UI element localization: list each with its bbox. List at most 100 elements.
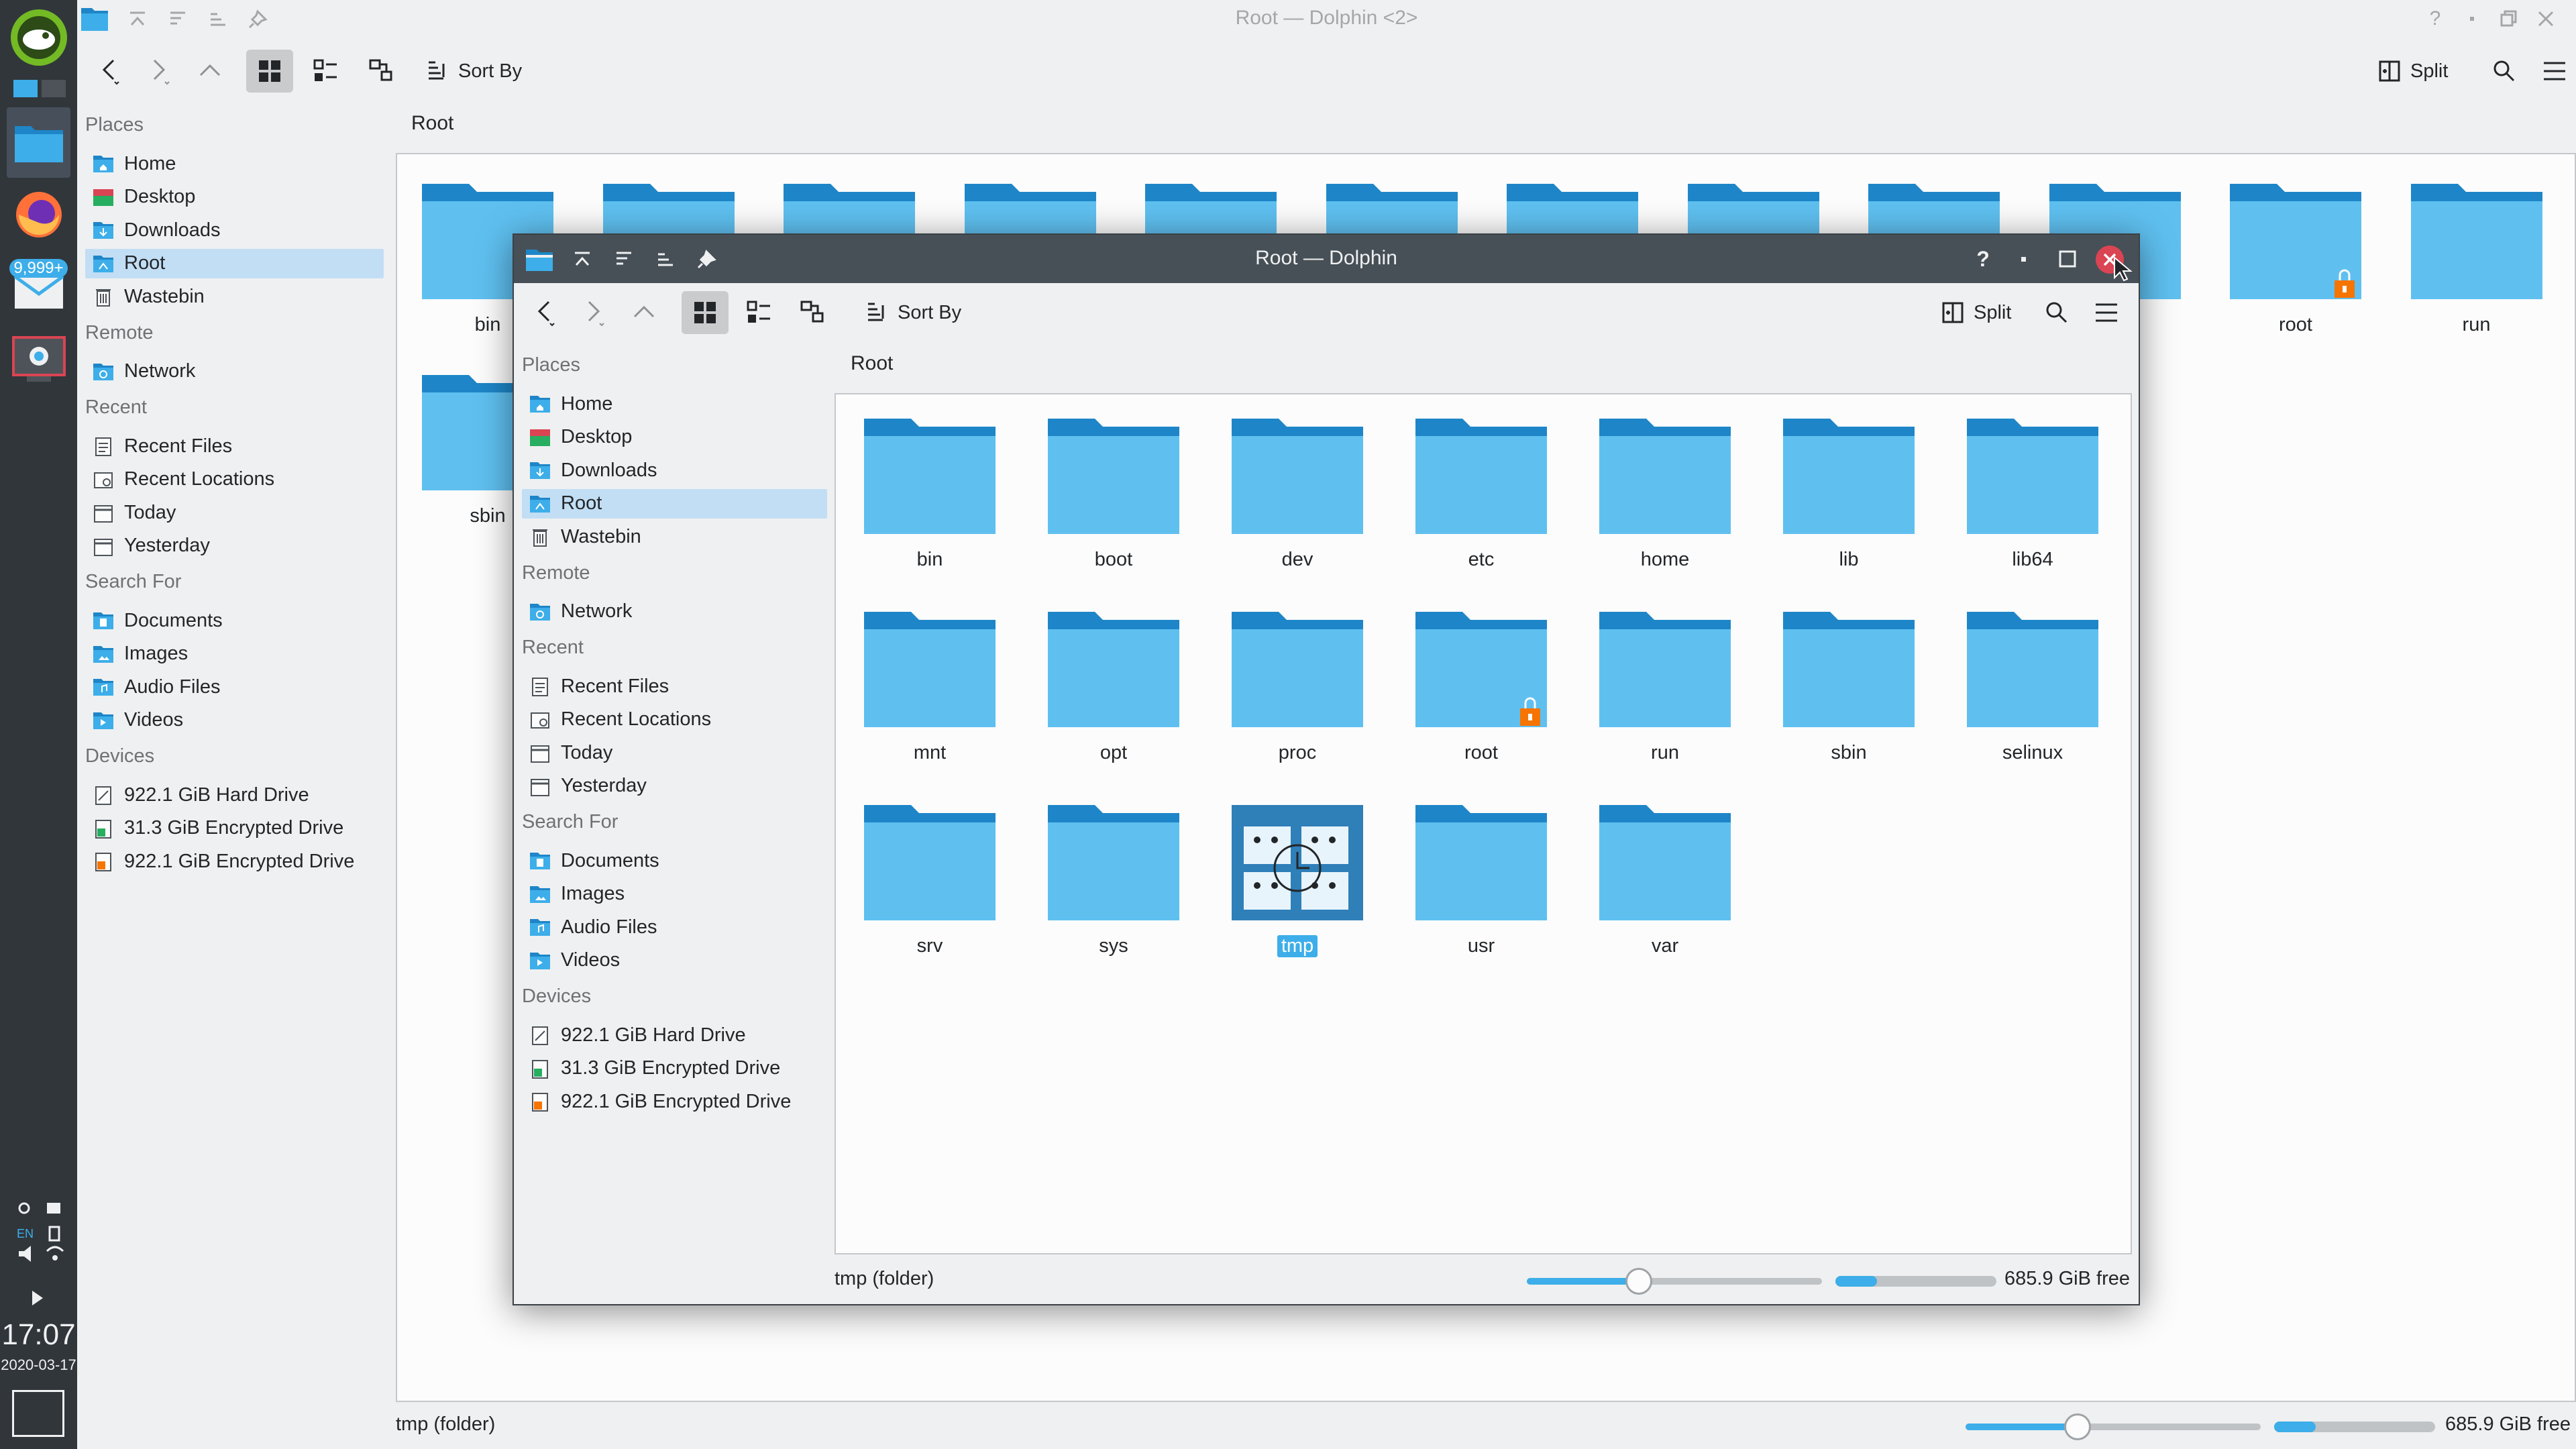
keyboard-layout[interactable]: EN — [17, 1227, 34, 1241]
sidebar-item-wastebin[interactable]: Wastebin — [522, 522, 827, 551]
hamburger-menu-button[interactable] — [2536, 52, 2573, 90]
sidebar-item-31-3-gib-encrypted-drive[interactable]: 31.3 GiB Encrypted Drive — [85, 814, 384, 843]
sidebar-item-root[interactable]: Root — [85, 248, 384, 278]
pager[interactable] — [7, 75, 70, 102]
compact-view-button[interactable] — [735, 291, 782, 334]
show-desktop-button[interactable] — [12, 1390, 64, 1437]
back-button[interactable] — [91, 52, 128, 90]
sidebar-item-922-1-gib-hard-drive[interactable]: 922.1 GiB Hard Drive — [85, 780, 384, 810]
split-button[interactable]: Split — [1941, 298, 2011, 327]
task-firefox[interactable] — [7, 182, 70, 246]
icons-view-button[interactable] — [682, 291, 729, 334]
tray-expand-icon[interactable] — [27, 1288, 47, 1313]
keep-above-button[interactable] — [124, 5, 151, 32]
file-item-var[interactable]: var — [1585, 802, 1746, 957]
sidebar-item-network[interactable]: Network — [85, 357, 384, 386]
tray-wifi-icon[interactable] — [46, 1246, 64, 1260]
file-item-sbin[interactable]: sbin — [1768, 609, 1929, 764]
task-dolphin[interactable] — [7, 107, 70, 178]
file-item-root[interactable]: root — [2215, 181, 2376, 336]
sidebar-item-audio-files[interactable]: Audio Files — [522, 912, 827, 942]
titlebar[interactable]: Root — Dolphin <2> ? — [77, 0, 2576, 38]
file-item-boot[interactable]: boot — [1033, 416, 1194, 571]
zoom-slider[interactable] — [1966, 1413, 2261, 1440]
sidebar-item-922-1-gib-hard-drive[interactable]: 922.1 GiB Hard Drive — [522, 1020, 827, 1050]
tray-clipboard-icon[interactable] — [48, 1226, 60, 1242]
minimize-button[interactable] — [2010, 246, 2037, 272]
file-item-usr[interactable]: usr — [1401, 802, 1562, 957]
file-item-proc[interactable]: proc — [1217, 609, 1378, 764]
file-item-lib[interactable]: lib — [1768, 416, 1929, 571]
zoom-slider-handle[interactable] — [1625, 1268, 1653, 1295]
hamburger-menu-button[interactable] — [2088, 294, 2125, 331]
sidebar-item-wastebin[interactable]: Wastebin — [85, 282, 384, 311]
zoom-slider-handle[interactable] — [2064, 1413, 2092, 1440]
file-item-root[interactable]: root — [1401, 609, 1562, 764]
sidebar-item-root[interactable]: Root — [522, 488, 827, 519]
zoom-slider[interactable] — [1527, 1268, 1822, 1295]
file-item-run[interactable]: run — [1585, 609, 1746, 764]
file-item-lib64[interactable]: lib64 — [1952, 416, 2113, 571]
sidebar-item-documents[interactable]: Documents — [522, 846, 827, 875]
disk-capacity-bar[interactable] — [2274, 1421, 2435, 1432]
sidebar-item-audio-files[interactable]: Audio Files — [85, 672, 384, 702]
breadcrumb[interactable]: Root — [411, 112, 453, 135]
file-item-sys[interactable]: sys — [1033, 802, 1194, 957]
sidebar-item-922-1-gib-encrypted-drive[interactable]: 922.1 GiB Encrypted Drive — [85, 847, 384, 876]
tray-camera-icon[interactable] — [47, 1203, 60, 1214]
compact-view-button[interactable] — [302, 50, 349, 93]
search-button[interactable] — [2038, 294, 2076, 331]
sidebar-item-home[interactable]: Home — [522, 389, 827, 419]
sidebar-item-yesterday[interactable]: Yesterday — [85, 531, 384, 561]
help-button[interactable]: ? — [2422, 5, 2449, 32]
help-button[interactable]: ? — [1970, 246, 1996, 272]
maximize-button[interactable] — [2054, 246, 2081, 272]
sidebar-item-home[interactable]: Home — [85, 149, 384, 178]
forward-button[interactable] — [141, 52, 178, 90]
window-menu-button[interactable] — [523, 244, 555, 275]
shade-button[interactable] — [610, 246, 637, 272]
shade-button[interactable] — [164, 5, 191, 32]
up-button[interactable] — [625, 294, 663, 331]
file-item-bin[interactable]: bin — [849, 416, 1010, 571]
pin-button[interactable] — [245, 5, 272, 32]
close-button[interactable] — [2532, 5, 2559, 32]
sidebar-item-desktop[interactable]: Desktop — [522, 423, 827, 452]
sidebar-item-31-3-gib-encrypted-drive[interactable]: 31.3 GiB Encrypted Drive — [522, 1054, 827, 1083]
file-item-etc[interactable]: etc — [1401, 416, 1562, 571]
file-item-tmp[interactable]: tmp — [1217, 802, 1378, 957]
split-button[interactable]: Split — [2378, 56, 2448, 86]
back-button[interactable] — [526, 294, 564, 331]
sidebar-item-today[interactable]: Today — [85, 498, 384, 527]
titlebar[interactable]: Root — Dolphin ? — [514, 235, 2139, 283]
file-view[interactable]: bin boot dev etc home lib lib64 mnt opt proc root r… — [835, 393, 2132, 1254]
file-item-opt[interactable]: opt — [1033, 609, 1194, 764]
sidebar-item-recent-files[interactable]: Recent Files — [85, 431, 384, 461]
file-item-selinux[interactable]: selinux — [1952, 609, 2113, 764]
dolphin-window-front[interactable]: Root — Dolphin ? Sort By Split Places Hom… — [513, 233, 2140, 1305]
sidebar-item-downloads[interactable]: Downloads — [85, 215, 384, 245]
keep-above-button[interactable] — [569, 246, 596, 272]
sidebar-item-downloads[interactable]: Downloads — [522, 455, 827, 485]
icons-view-button[interactable] — [246, 50, 293, 93]
minimize-button[interactable] — [2459, 5, 2485, 32]
sidebar-item-images[interactable]: Images — [85, 639, 384, 669]
pin-button[interactable] — [694, 246, 720, 272]
details-view-button[interactable] — [789, 291, 836, 334]
sidebar-item-922-1-gib-encrypted-drive[interactable]: 922.1 GiB Encrypted Drive — [522, 1087, 827, 1116]
disk-capacity-bar[interactable] — [1835, 1276, 1996, 1287]
tray-volume-icon[interactable] — [19, 1246, 31, 1262]
task-mail[interactable]: 9,999+ — [7, 252, 70, 319]
file-item-home[interactable]: home — [1585, 416, 1746, 571]
keep-below-button[interactable] — [205, 5, 231, 32]
file-item-run[interactable]: run — [2396, 181, 2557, 336]
sidebar-item-images[interactable]: Images — [522, 879, 827, 909]
window-menu-button[interactable] — [78, 3, 111, 35]
keep-below-button[interactable] — [652, 246, 679, 272]
file-item-srv[interactable]: srv — [849, 802, 1010, 957]
sidebar-item-recent-locations[interactable]: Recent Locations — [522, 705, 827, 735]
tray-network-icon[interactable] — [18, 1202, 30, 1214]
sidebar-item-today[interactable]: Today — [522, 738, 827, 767]
sidebar-item-videos[interactable]: Videos — [522, 946, 827, 975]
sidebar-item-documents[interactable]: Documents — [85, 606, 384, 635]
